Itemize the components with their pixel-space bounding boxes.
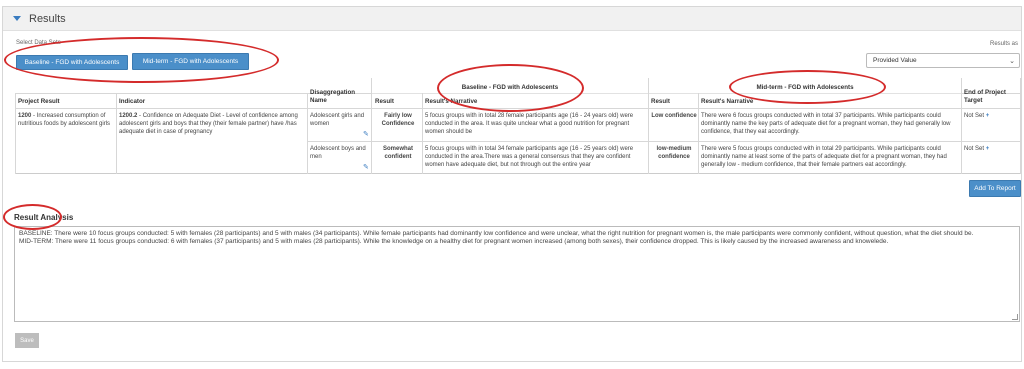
analysis-baseline-text: BASELINE: There were 10 focus groups con… bbox=[19, 230, 974, 237]
row2-target-value: Not Set bbox=[964, 146, 985, 152]
panel-title: Results bbox=[29, 13, 66, 25]
project-result-text: - Increased consumption of nutritious fo… bbox=[18, 113, 111, 127]
table-divider bbox=[698, 93, 699, 174]
resize-grip-icon[interactable] bbox=[1012, 314, 1018, 320]
row2-disaggregation: Adolescent boys and men bbox=[310, 146, 366, 160]
row2-target: Not Set + bbox=[964, 145, 1020, 153]
row1-baseline-narrative: 5 focus groups with in total 28 female p… bbox=[425, 113, 634, 135]
annotation-ellipse bbox=[4, 37, 279, 83]
row1-midterm-narrative: There were 6 focus groups conducted with… bbox=[701, 113, 951, 135]
save-button[interactable]: Save bbox=[15, 333, 39, 348]
results-header[interactable]: Results bbox=[3, 7, 1021, 31]
edit-pencil-icon[interactable]: ✎ bbox=[363, 163, 369, 171]
table-divider bbox=[422, 93, 423, 174]
results-as-label: Results as bbox=[989, 41, 1018, 47]
annotation-ellipse bbox=[437, 64, 584, 112]
add-target-icon[interactable]: + bbox=[986, 146, 990, 152]
row1-midterm-result: Low confidence bbox=[651, 113, 697, 119]
indicator-text: - Confidence on Adequate Diet - Level of… bbox=[119, 113, 298, 135]
row2-midterm-narrative: There were 5 focus groups conducted with… bbox=[701, 146, 947, 168]
row1-target: Not Set + bbox=[964, 112, 1020, 120]
add-to-report-button[interactable]: Add To Report bbox=[969, 180, 1021, 197]
analysis-midterm-text: MID-TERM: There were 11 focus groups con… bbox=[19, 238, 889, 246]
result-analysis-textarea[interactable]: BASELINE: There were 10 focus groups con… bbox=[14, 226, 1020, 322]
row2-baseline-narrative: 5 focus groups with in total 34 female p… bbox=[425, 146, 634, 168]
annotation-ellipse bbox=[3, 204, 62, 230]
row1-disaggregation: Adolescent girls and women bbox=[310, 113, 365, 127]
indicator-cell: 1200.2 - Confidence on Adequate Diet - L… bbox=[119, 112, 305, 136]
col-baseline-result: Result bbox=[375, 98, 394, 105]
row1-baseline-result: Fairly low Confidence bbox=[381, 113, 415, 127]
col-project-result: Project Result bbox=[18, 98, 60, 105]
collapse-chevron-icon[interactable] bbox=[13, 16, 21, 21]
project-result-code: 1200 bbox=[18, 113, 32, 119]
table-divider bbox=[15, 93, 16, 174]
col-end-target: End of Project Target bbox=[964, 89, 1006, 104]
table-divider bbox=[307, 141, 1021, 142]
results-as-select[interactable]: Provided Value ⌄ bbox=[866, 53, 1020, 68]
table-divider bbox=[371, 78, 372, 174]
project-result-cell: 1200 - Increased consumption of nutritio… bbox=[18, 112, 114, 128]
table-divider bbox=[961, 78, 962, 174]
add-target-icon[interactable]: + bbox=[986, 113, 990, 119]
table-divider bbox=[307, 93, 308, 174]
table-divider bbox=[648, 78, 649, 174]
col-indicator: Indicator bbox=[119, 98, 146, 105]
row2-baseline-result: Somewhat confident bbox=[382, 146, 413, 160]
col-midterm-result: Result bbox=[651, 98, 670, 105]
col-disaggregation: Disaggregation Name bbox=[310, 89, 356, 104]
table-divider bbox=[1020, 78, 1021, 174]
results-as-value: Provided Value bbox=[873, 57, 917, 64]
table-divider bbox=[116, 93, 117, 174]
chevron-down-icon: ⌄ bbox=[1009, 58, 1015, 65]
indicator-code: 1200.2 bbox=[119, 113, 138, 119]
row1-target-value: Not Set bbox=[964, 113, 985, 119]
row2-midterm-result: low-medium confidence bbox=[656, 146, 692, 160]
edit-pencil-icon[interactable]: ✎ bbox=[363, 130, 369, 138]
annotation-ellipse bbox=[729, 70, 886, 104]
